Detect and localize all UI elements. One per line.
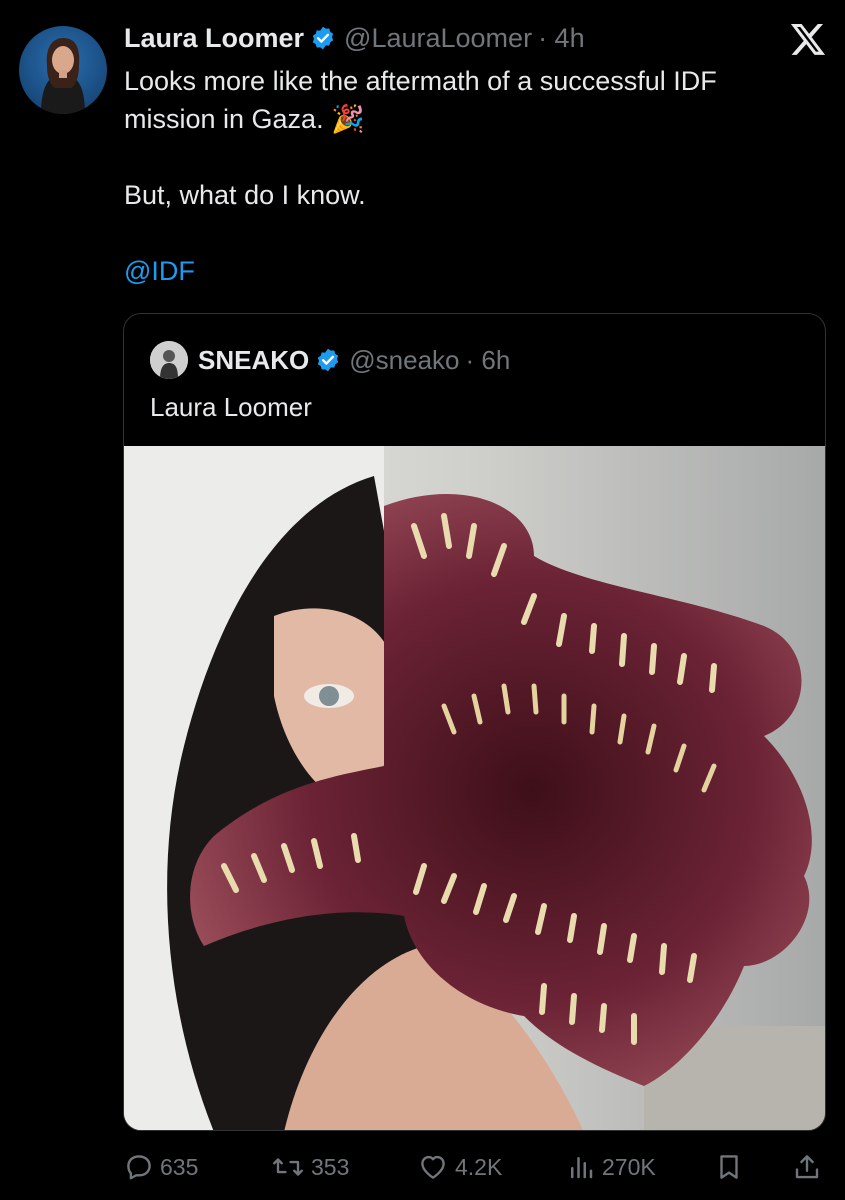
reply-icon [127,1155,151,1180]
reply-button[interactable]: 635 [124,1145,198,1189]
tweet-line: mission in Gaza. 🎉 [124,104,365,134]
author-handle[interactable]: @LauraLoomer [344,23,532,54]
views-icon [571,1157,593,1179]
quoted-author-name[interactable]: SNEAKO [198,345,309,376]
quoted-author-handle[interactable]: @sneako [349,345,459,376]
quoted-post-time[interactable]: · 6h [465,345,510,376]
author-avatar[interactable] [19,26,107,114]
mention-link[interactable]: @IDF [124,252,814,290]
verified-badge-icon [315,347,341,373]
like-button[interactable]: 4.2K [417,1145,502,1189]
author-name[interactable]: Laura Loomer [124,23,304,54]
verified-badge-icon [310,25,336,51]
bookmark-icon [720,1155,738,1179]
tweet-line: Looks more like the aftermath of a succe… [124,66,717,96]
quoted-text: Laura Loomer [150,392,312,422]
x-logo-icon [789,20,827,58]
tweet-header: Laura Loomer @LauraLoomer · 4h [124,20,585,56]
tweet-blank-line [124,214,814,252]
quoted-tweet[interactable]: SNEAKO @sneako · 6h Laura Loomer [123,313,826,1131]
like-icon [421,1155,445,1179]
post-time[interactable]: · 4h [538,23,585,54]
retweet-button[interactable]: 353 [271,1145,349,1189]
tweet-line: But, what do I know. [124,180,366,210]
quoted-header: SNEAKO @sneako · 6h [150,340,510,380]
share-icon [795,1155,819,1179]
quoted-author-avatar[interactable] [150,341,188,379]
share-button[interactable] [792,1145,828,1189]
tweet-text: Looks more like the aftermath of a succe… [124,62,814,290]
quoted-media-image[interactable] [124,446,825,1130]
action-bar: 635 353 4.2K 270K [124,1145,829,1189]
tweet-blank-line [124,138,814,176]
views-button[interactable]: 270K [566,1145,656,1189]
views-count: 270K [602,1153,656,1180]
reply-count: 635 [160,1153,199,1180]
retweet-icon [273,1158,303,1176]
bookmark-button[interactable] [714,1145,750,1189]
retweet-count: 353 [311,1153,350,1180]
like-count: 4.2K [455,1153,503,1180]
